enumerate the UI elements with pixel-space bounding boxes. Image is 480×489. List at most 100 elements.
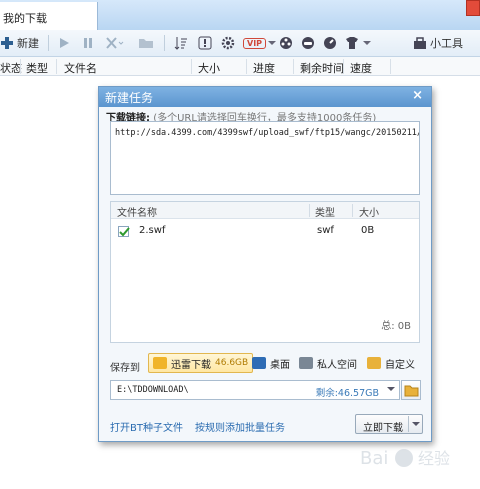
column-divider bbox=[309, 204, 310, 217]
vip-badge: VIP bbox=[243, 37, 267, 49]
film-reel-icon bbox=[280, 37, 292, 49]
folder-icon bbox=[139, 39, 153, 48]
delete-x-icon bbox=[106, 37, 124, 49]
speed-dial-icon bbox=[324, 37, 336, 49]
column-size[interactable]: 大小 bbox=[198, 60, 220, 76]
folder-icon bbox=[404, 385, 419, 397]
chevron-down-icon[interactable] bbox=[412, 421, 420, 427]
column-type[interactable]: 类型 bbox=[26, 60, 48, 76]
column-divider bbox=[293, 59, 294, 74]
column-speed[interactable]: 速度 bbox=[350, 60, 372, 76]
delete-button[interactable] bbox=[106, 35, 124, 51]
free-space: 剩余:46.57GB bbox=[315, 388, 379, 399]
baidu-watermark: Bai 经验 bbox=[360, 444, 470, 475]
new-task-button[interactable]: 新建 bbox=[0, 35, 39, 51]
column-divider bbox=[352, 204, 353, 217]
gamepad-icon bbox=[302, 37, 314, 49]
thunder-folder-icon bbox=[153, 357, 167, 369]
url-input[interactable]: http://sda.4399.com/4399swf/upload_swf/f… bbox=[110, 121, 420, 195]
toolbar-separator bbox=[48, 35, 49, 51]
toolbox-icon bbox=[414, 36, 426, 49]
save-path-input[interactable]: E:\TDDOWNLOAD\ 剩余:46.57GB bbox=[110, 380, 400, 400]
location-label: 迅雷下载 bbox=[171, 359, 211, 371]
chevron-down-icon[interactable] bbox=[387, 386, 395, 392]
url-value: http://sda.4399.com/4399swf/upload_swf/f… bbox=[115, 128, 419, 138]
toolbar: 新建 VIP 小工具 bbox=[0, 30, 480, 57]
file-size: 0B bbox=[361, 225, 375, 236]
column-divider bbox=[246, 59, 247, 74]
start-button[interactable] bbox=[58, 35, 70, 51]
column-divider bbox=[343, 59, 344, 74]
file-type: swf bbox=[317, 225, 334, 236]
open-folder-button[interactable] bbox=[138, 35, 154, 51]
column-divider bbox=[20, 59, 21, 74]
close-window-button[interactable] bbox=[466, 0, 480, 16]
file-checkbox[interactable] bbox=[118, 226, 130, 237]
media-button[interactable] bbox=[279, 35, 293, 51]
plus-icon bbox=[1, 37, 13, 49]
svg-text:Bai: Bai bbox=[360, 448, 388, 469]
location-thunder[interactable]: 迅雷下载 46.6GB bbox=[148, 353, 254, 373]
download-now-button[interactable]: 立即下载 bbox=[355, 414, 423, 434]
location-desktop[interactable]: 桌面 bbox=[248, 353, 294, 373]
location-label: 自定义 bbox=[385, 359, 415, 371]
file-list-header: 文件名称 类型 大小 bbox=[111, 202, 419, 219]
play-icon bbox=[60, 38, 69, 48]
file-list: 文件名称 类型 大小 2.swf swf 0B 总: 0B bbox=[110, 201, 420, 343]
custom-folder-icon bbox=[367, 357, 381, 369]
batch-task-link[interactable]: 按规则添加批量任务 bbox=[195, 419, 285, 434]
header-file-size[interactable]: 大小 bbox=[359, 204, 379, 219]
column-remaining-time[interactable]: 剩余时间 bbox=[300, 60, 344, 76]
gear-icon bbox=[221, 36, 235, 50]
browse-folder-button[interactable] bbox=[401, 380, 421, 400]
settings-button[interactable] bbox=[221, 35, 235, 51]
pause-button[interactable] bbox=[82, 35, 94, 51]
tab-label: 我的下载 bbox=[3, 12, 47, 25]
desktop-icon bbox=[252, 357, 266, 369]
toolbar-separator bbox=[164, 35, 165, 51]
private-space-icon bbox=[299, 357, 313, 369]
chevron-down-icon bbox=[268, 41, 277, 45]
new-label: 新建 bbox=[17, 37, 39, 50]
save-path-value: E:\TDDOWNLOAD\ bbox=[117, 385, 189, 395]
close-icon[interactable]: × bbox=[412, 88, 423, 103]
location-label: 私人空间 bbox=[317, 359, 357, 371]
shirt-icon bbox=[346, 37, 358, 49]
info-icon bbox=[198, 36, 212, 50]
location-private-space[interactable]: 私人空间 bbox=[295, 353, 361, 373]
download-now-label: 立即下载 bbox=[363, 423, 403, 434]
open-bt-file-link[interactable]: 打开BT种子文件 bbox=[110, 419, 183, 434]
speed-button[interactable] bbox=[323, 35, 337, 51]
header-file-name[interactable]: 文件名称 bbox=[117, 204, 157, 219]
new-task-dialog: 新建任务 × 下载链接: (多个URL请选择回车换行，最多支持1000条任务) … bbox=[98, 86, 432, 442]
tools-label: 小工具 bbox=[430, 37, 463, 50]
location-size: 46.6GB bbox=[215, 358, 249, 368]
download-list-header: 状态 类型 文件名 大小 进度 剩余时间 速度 bbox=[0, 57, 480, 76]
tools-button[interactable]: 小工具 bbox=[413, 35, 463, 51]
column-divider bbox=[390, 59, 391, 74]
file-row[interactable]: 2.swf swf 0B bbox=[111, 223, 419, 239]
sort-button[interactable] bbox=[174, 35, 188, 51]
vip-button[interactable]: VIP bbox=[243, 35, 277, 51]
column-divider bbox=[56, 59, 57, 74]
info-button[interactable] bbox=[198, 35, 212, 51]
location-label: 桌面 bbox=[270, 359, 290, 371]
game-button[interactable] bbox=[301, 35, 315, 51]
column-status[interactable]: 状态 bbox=[0, 60, 22, 76]
button-split bbox=[408, 416, 409, 432]
baidu-logo: Bai 经验 bbox=[360, 448, 450, 469]
chevron-down-icon bbox=[363, 41, 371, 45]
sort-icon bbox=[174, 37, 187, 50]
skin-button[interactable] bbox=[345, 35, 371, 51]
file-name: 2.swf bbox=[139, 225, 166, 236]
column-progress[interactable]: 进度 bbox=[253, 60, 275, 76]
dialog-title: 新建任务 bbox=[105, 91, 154, 105]
total-size: 总: 0B bbox=[381, 321, 411, 332]
header-file-type[interactable]: 类型 bbox=[315, 204, 335, 219]
column-filename[interactable]: 文件名 bbox=[64, 60, 97, 76]
tab-my-downloads[interactable]: 我的下载 bbox=[0, 2, 98, 30]
location-custom[interactable]: 自定义 bbox=[363, 353, 419, 373]
dialog-title-bar: 新建任务 × bbox=[99, 87, 431, 107]
column-divider bbox=[191, 59, 192, 74]
svg-text:经验: 经验 bbox=[418, 449, 450, 468]
